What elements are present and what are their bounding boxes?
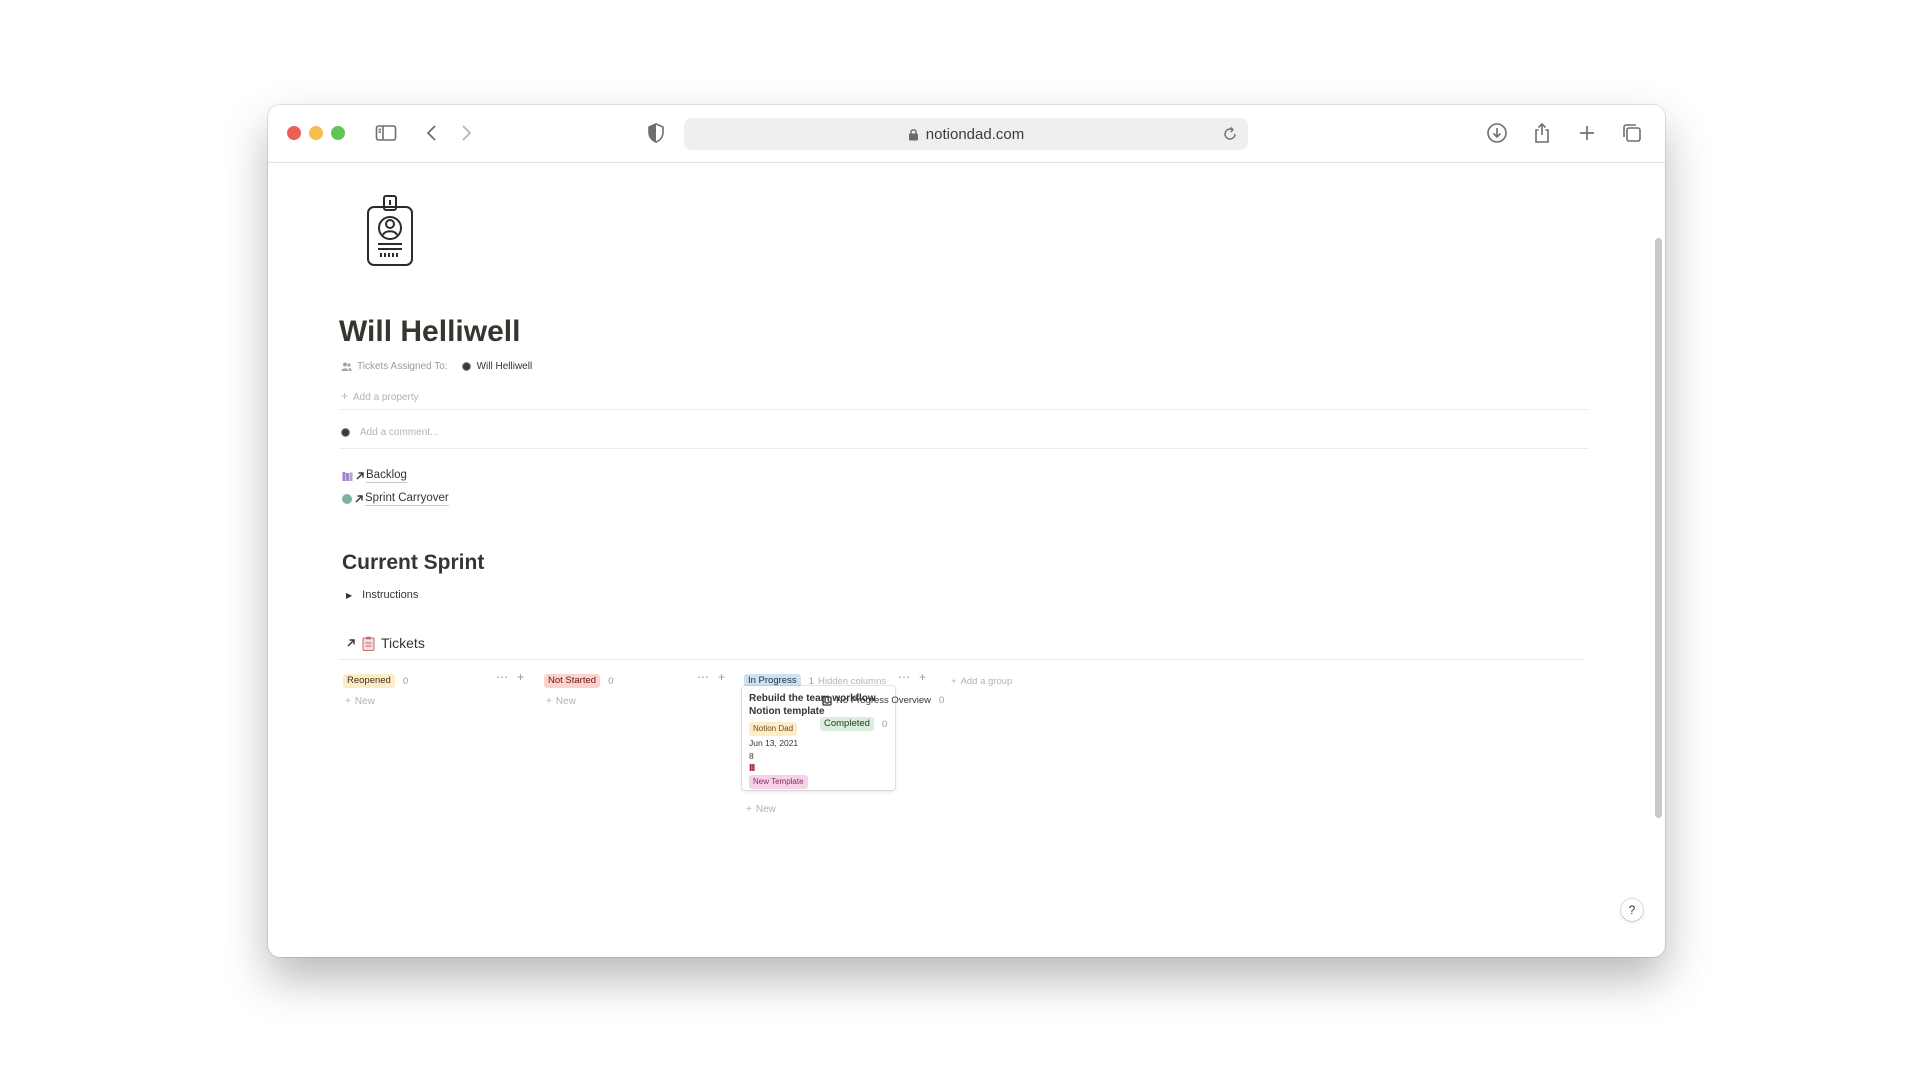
id-badge-icon[interactable] — [364, 193, 416, 269]
plus-icon: + — [341, 389, 349, 403]
divider — [339, 659, 1585, 660]
hidden-column-label: No Progress Overview — [836, 695, 932, 706]
new-card-button[interactable]: + New — [746, 804, 776, 815]
new-label: New — [755, 804, 776, 815]
zoom-window-button[interactable] — [331, 126, 345, 140]
more-icon[interactable]: ⋯ — [697, 670, 709, 684]
share-icon[interactable] — [1530, 121, 1554, 145]
add-property-button[interactable]: + Add a property — [341, 389, 419, 403]
property-label: Tickets Assigned To: — [357, 361, 448, 372]
browser-toolbar: notiondad.com — [268, 105, 1665, 163]
add-group-button[interactable]: + Add a group — [951, 676, 1012, 687]
green-circle-icon — [342, 494, 352, 504]
add-group-label: Add a group — [960, 676, 1013, 687]
new-card-button[interactable]: + New — [345, 696, 375, 707]
instructions-toggle[interactable]: ▶ Instructions — [346, 589, 418, 601]
more-icon[interactable]: ⋯ — [898, 670, 910, 684]
card-tag-type: New Template — [749, 775, 808, 789]
hidden-column-no-progress[interactable]: No Progress Overview 0 — [822, 695, 944, 706]
card-date: Jun 13, 2021 — [749, 738, 799, 748]
lock-icon — [908, 128, 919, 141]
hidden-columns-label: Hidden columns — [818, 676, 887, 687]
property-tickets-assigned[interactable]: Tickets Assigned To: Will Helliwell — [341, 361, 532, 372]
column-tag: Reopened — [343, 674, 395, 688]
plus-icon[interactable]: + — [919, 670, 926, 684]
property-value[interactable]: Will Helliwell — [461, 361, 533, 372]
avatar — [461, 362, 471, 371]
hidden-column-tag: Completed — [820, 717, 874, 731]
forward-icon[interactable] — [454, 121, 478, 145]
column-count: 1 — [808, 675, 814, 687]
section-heading[interactable]: Current Sprint — [342, 551, 484, 575]
database-title[interactable]: Tickets — [346, 635, 425, 651]
column-actions: ⋯ + — [496, 670, 524, 684]
reload-icon[interactable] — [1220, 124, 1240, 144]
card-number: 8 — [749, 751, 754, 761]
close-window-button[interactable] — [287, 126, 301, 140]
column-actions: ⋯ + — [697, 670, 725, 684]
column-count: 0 — [608, 675, 614, 687]
triangle-right-icon: ▶ — [346, 590, 353, 600]
minimize-window-button[interactable] — [309, 126, 323, 140]
new-label: New — [354, 696, 375, 707]
plus-icon[interactable]: + — [718, 670, 725, 684]
url-text: notiondad.com — [925, 125, 1025, 143]
privacy-shield-icon[interactable] — [644, 121, 668, 145]
card-priority-bars: III — [749, 763, 755, 774]
comment-placeholder: Add a comment... — [360, 427, 439, 438]
clipboard-icon — [362, 636, 375, 651]
link-backlog[interactable]: Backlog — [342, 469, 407, 483]
add-property-label: Add a property — [353, 392, 419, 403]
plus-icon[interactable]: + — [517, 670, 524, 684]
avatar — [341, 428, 350, 437]
link-label: Backlog — [366, 469, 407, 483]
page-title[interactable]: Will Helliwell — [339, 315, 520, 349]
hidden-column-count: 0 — [939, 695, 945, 706]
help-button[interactable]: ? — [1621, 899, 1643, 921]
database-title-text: Tickets — [381, 635, 425, 651]
address-bar[interactable]: notiondad.com — [684, 118, 1248, 150]
plus-icon: + — [951, 676, 957, 687]
back-icon[interactable] — [420, 121, 444, 145]
notion-page: Will Helliwell Tickets Assigned To: Will… — [268, 163, 1665, 957]
divider — [339, 409, 1588, 410]
people-icon — [341, 361, 352, 372]
downloads-icon[interactable] — [1485, 121, 1509, 145]
plus-icon: + — [546, 696, 552, 707]
card-tag-owner: Notion Dad — [749, 722, 798, 736]
plus-icon: + — [345, 696, 351, 707]
plus-icon: + — [746, 804, 752, 815]
scrollbar[interactable] — [1655, 238, 1662, 818]
new-tab-icon[interactable] — [1575, 121, 1599, 145]
new-card-button[interactable]: + New — [546, 696, 576, 707]
link-label: Sprint Carryover — [365, 492, 449, 506]
books-icon — [342, 471, 353, 482]
comment-input[interactable]: Add a comment... — [341, 427, 438, 438]
link-arrow-icon — [355, 471, 365, 481]
column-header-reopened[interactable]: Reopened 0 — [343, 674, 408, 688]
column-count: 0 — [402, 675, 409, 687]
property-value-text: Will Helliwell — [476, 361, 533, 372]
hidden-column-completed[interactable]: Completed 0 — [820, 717, 887, 731]
inbox-icon — [822, 695, 832, 706]
divider — [339, 448, 1588, 449]
column-actions: ⋯ + — [898, 670, 926, 684]
new-label: New — [555, 696, 576, 707]
column-tag: Not Started — [544, 674, 601, 688]
hidden-column-count: 0 — [881, 718, 888, 730]
browser-window: notiondad.com Will Helliwell Tickets Ass… — [268, 105, 1665, 957]
sidebar-toggle-icon[interactable] — [374, 121, 398, 145]
link-arrow-icon — [346, 638, 356, 648]
more-icon[interactable]: ⋯ — [496, 670, 508, 684]
column-header-not-started[interactable]: Not Started 0 — [544, 674, 613, 688]
link-sprint-carryover[interactable]: Sprint Carryover — [342, 492, 449, 506]
toggle-label: Instructions — [362, 589, 419, 601]
tab-overview-icon[interactable] — [1620, 121, 1644, 145]
link-arrow-icon — [354, 494, 364, 504]
